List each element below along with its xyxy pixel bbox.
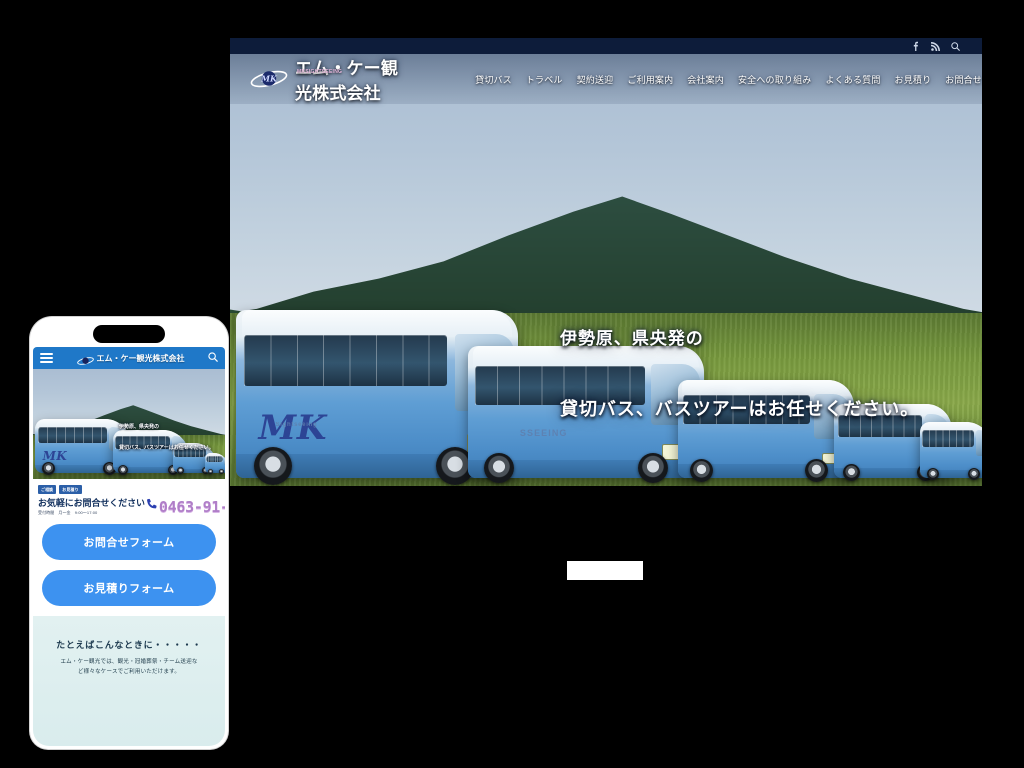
bus-decal-sub: Sightseeing [275, 421, 318, 428]
bus-vehicle [920, 422, 982, 481]
desktop-site-header: MK エム・ケー観光株式会社 MKSIGHTSEEING 貸切バス トラベル 契… [230, 54, 982, 104]
mobile-site-logo[interactable]: エム・ケー観光株式会社 [76, 353, 185, 365]
rss-icon[interactable] [931, 41, 940, 51]
badge-consultation: ご相談 [38, 485, 57, 494]
mobile-hero-tagline-line2: 貸切バス、バスツアーはお任せください。 [119, 445, 214, 452]
search-icon[interactable] [208, 349, 218, 367]
footer-body-line1: エム・ケー観光では、観光・冠婚葬祭・チーム送迎な [60, 659, 198, 665]
phone-screen: エム・ケー観光株式会社 伊勢原、県央発の 貸切バス、バスツアーはお任せください。 [33, 347, 225, 746]
mobile-cta-buttons: お問合せフォーム お見積りフォーム [33, 518, 225, 616]
desktop-browser-view: 伊勢原、県央発の 貸切バス、バスツアーはお任せください。 MK Sightsee… [230, 38, 982, 486]
nav-item-faq[interactable]: よくある質問 [825, 73, 880, 86]
svg-text:MK: MK [260, 74, 278, 84]
telephone-icon [145, 498, 158, 516]
contact-form-button[interactable]: お問合せフォーム [42, 524, 216, 560]
facebook-icon[interactable] [911, 41, 920, 51]
nav-item-contact[interactable]: お問合せ [945, 73, 982, 86]
badge-quote: お見積り [59, 485, 82, 494]
bus-decal-mk: MK [258, 407, 328, 448]
mobile-footer-section: たとえばこんなときに・・・・・ エム・ケー観光では、観光・冠婚葬祭・チーム送迎な… [33, 616, 225, 746]
screenshot-root: 伊勢原、県央発の 貸切バス、バスツアーはお任せください。 MK Sightsee… [0, 0, 1024, 768]
contact-row: お気軽にお問合せください 受付時間 月〜金 9:00〜17:00 0463-91… [38, 496, 225, 516]
footer-body: エム・ケー観光では、観光・冠婚葬祭・チーム送迎な ど様々なケースでご利用いただけ… [39, 658, 219, 678]
mk-planet-logo-icon: MK [250, 68, 288, 90]
mk-planet-logo-icon [76, 353, 94, 365]
quote-form-button[interactable]: お見積りフォーム [42, 570, 216, 606]
mobile-hero: 伊勢原、県央発の 貸切バス、バスツアーはお任せください。 MK [33, 369, 225, 479]
nav-item-contract-transport[interactable]: 契約送迎 [577, 73, 614, 86]
desktop-main-nav: 貸切バス トラベル 契約送迎 ご利用案内 会社案内 安全への取り組み よくある質… [475, 73, 982, 86]
site-logo-subtitle: MKSIGHTSEEING [297, 69, 343, 75]
hamburger-menu-icon[interactable] [40, 353, 53, 363]
white-placeholder-strip [567, 561, 643, 580]
mobile-hero-tagline: 伊勢原、県央発の 貸切バス、バスツアーはお任せください。 [119, 409, 214, 467]
nav-item-safety[interactable]: 安全への取り組み [738, 73, 811, 86]
mobile-hero-tagline-line1: 伊勢原、県央発の [119, 423, 160, 430]
site-logo-text: エム・ケー観光株式会社 MKSIGHTSEEING [295, 54, 413, 104]
phone-mockup: エム・ケー観光株式会社 伊勢原、県央発の 貸切バス、バスツアーはお任せください。 [30, 317, 228, 749]
nav-item-charter-bus[interactable]: 貸切バス [475, 73, 512, 86]
site-logo-title: エム・ケー観光株式会社 [295, 59, 399, 103]
search-icon[interactable] [951, 41, 960, 51]
footer-body-line2: ど様々なケースでご利用いただけます。 [77, 668, 181, 675]
nav-item-company-info[interactable]: 会社案内 [687, 73, 724, 86]
mobile-contact-block: ご相談 お見積り お気軽にお問合せください 受付時間 月〜金 9:00〜17:0… [33, 479, 225, 518]
contact-text: お気軽にお問合せください 受付時間 月〜金 9:00〜17:00 [38, 496, 145, 516]
hero-tagline: 伊勢原、県央発の 貸切バス、バスツアーはお任せください。 [560, 282, 919, 468]
hero-tagline-line2: 貸切バス、バスツアーはお任せください。 [560, 399, 920, 419]
contact-hours: 受付時間 月〜金 9:00〜17:00 [38, 510, 98, 515]
telephone-number: 0463-91-5032 [158, 498, 225, 516]
phone-notch [93, 325, 165, 343]
telephone-link[interactable]: 0463-91-5032 [145, 498, 225, 516]
site-logo[interactable]: MK エム・ケー観光株式会社 MKSIGHTSEEING [250, 54, 413, 104]
hero-tagline-line1: 伊勢原、県央発の [560, 329, 704, 349]
contact-heading: お気軽にお問合せください [38, 498, 145, 508]
mobile-site-logo-text: エム・ケー観光株式会社 [96, 353, 185, 363]
desktop-hero: 伊勢原、県央発の 貸切バス、バスツアーはお任せください。 MK Sightsee… [230, 54, 982, 486]
mobile-site-header: エム・ケー観光株式会社 [33, 347, 225, 369]
nav-item-travel[interactable]: トラベル [526, 73, 563, 86]
footer-heading: たとえばこんなときに・・・・・ [56, 640, 202, 650]
nav-item-usage-guide[interactable]: ご利用案内 [627, 73, 673, 86]
nav-item-quote[interactable]: お見積り [895, 73, 932, 86]
contact-badges: ご相談 お見積り [38, 485, 220, 494]
desktop-top-utility-bar [230, 38, 982, 54]
